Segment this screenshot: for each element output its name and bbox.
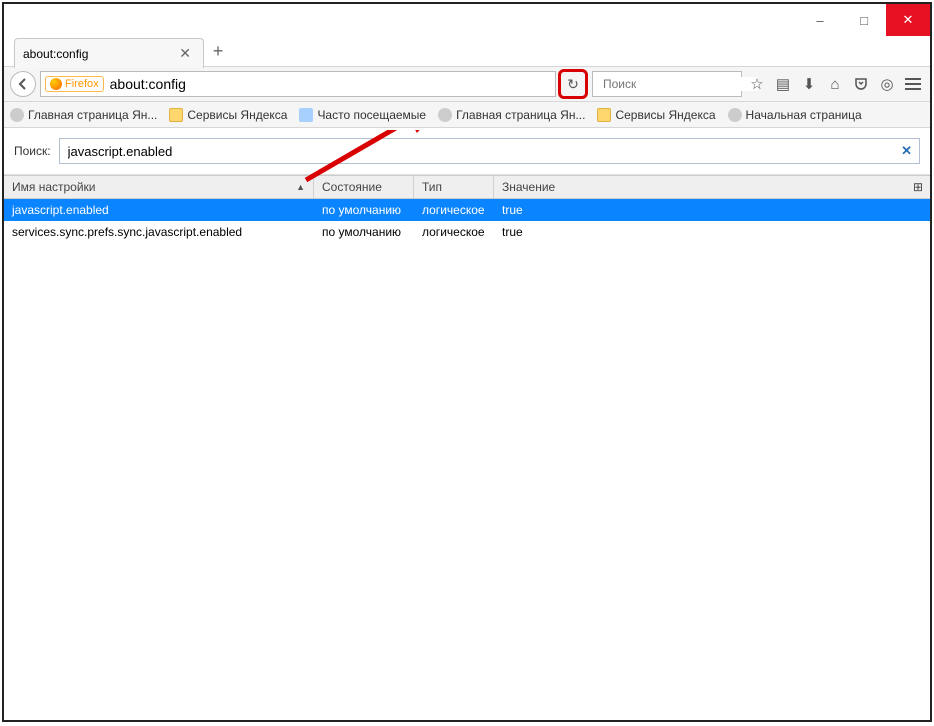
column-picker-icon[interactable]: ⊞ [906,176,930,198]
cell-type: логическое [414,225,494,239]
search-input[interactable] [603,77,758,91]
new-tab-button[interactable]: + [204,36,232,66]
bookmark-item-2[interactable]: Часто посещаемые [299,108,426,122]
home-icon[interactable]: ⌂ [824,73,846,95]
firefox-label: Firefox [65,78,99,90]
bookmark-item-1[interactable]: Сервисы Яндекса [169,108,287,122]
table-row[interactable]: services.sync.prefs.sync.javascript.enab… [4,221,930,243]
bookmark-item-5[interactable]: Начальная страница [728,108,862,122]
filter-row: Поиск: ✕ [4,128,930,175]
search-page-icon [299,108,313,122]
table-row[interactable]: javascript.enabled по умолчанию логическ… [4,199,930,221]
tab-close-icon[interactable]: ✕ [175,43,195,64]
url-input[interactable] [110,76,551,92]
bookmark-label: Сервисы Яндекса [615,108,715,122]
clear-filter-icon[interactable]: ✕ [901,143,912,159]
bookmark-label: Начальная страница [746,108,862,122]
about-config-content: Поиск: ✕ Имя настройки▲ Состояние Тип Зн… [4,128,930,720]
column-header-name[interactable]: Имя настройки▲ [4,176,314,198]
url-bar[interactable]: Firefox [40,71,556,97]
column-header-value[interactable]: Значение [494,176,906,198]
bookmark-star-icon[interactable]: ☆ [746,73,768,95]
filter-label: Поиск: [14,144,51,158]
search-bar[interactable] [592,71,742,97]
column-header-state[interactable]: Состояние [314,176,414,198]
bookmark-item-0[interactable]: Главная страница Ян... [10,108,157,122]
filter-input[interactable] [59,138,920,164]
folder-icon [169,108,183,122]
table-header: Имя настройки▲ Состояние Тип Значение ⊞ [4,175,930,199]
globe-icon [728,108,742,122]
bookmark-label: Часто посещаемые [317,108,426,122]
downloads-icon[interactable]: ⬇ [798,73,820,95]
minimize-button[interactable]: – [798,4,842,36]
tab-about-config[interactable]: about:config ✕ [14,38,204,68]
sort-asc-icon: ▲ [296,182,305,192]
reader-icon[interactable]: ▤ [772,73,794,95]
highlighted-reload-button[interactable]: ↻ [558,69,588,99]
back-button[interactable] [10,71,36,97]
cell-name: javascript.enabled [4,203,314,217]
cell-value: true [494,203,930,217]
cell-state: по умолчанию [314,203,414,217]
tab-title: about:config [23,47,88,61]
maximize-button[interactable]: □ [842,4,886,36]
menu-button[interactable] [902,73,924,95]
column-header-type[interactable]: Тип [414,176,494,198]
addon-icon[interactable]: ◎ [876,73,898,95]
window-controls: – □ ✕ [4,4,930,36]
tab-strip: about:config ✕ + [4,36,930,66]
back-arrow-icon [17,78,29,90]
navigation-toolbar: Firefox ↻ ☆ ▤ ⬇ ⌂ ◎ [4,66,930,102]
pocket-icon[interactable] [850,73,872,95]
cell-type: логическое [414,203,494,217]
globe-icon [10,108,24,122]
bookmark-item-4[interactable]: Сервисы Яндекса [597,108,715,122]
close-button[interactable]: ✕ [886,4,930,36]
firefox-icon [50,78,62,90]
hamburger-icon [905,78,921,90]
globe-icon [438,108,452,122]
firefox-identity-badge: Firefox [45,76,104,92]
bookmark-label: Главная страница Ян... [456,108,585,122]
reload-icon: ↻ [567,76,579,93]
bookmark-item-3[interactable]: Главная страница Ян... [438,108,585,122]
folder-icon [597,108,611,122]
bookmark-label: Сервисы Яндекса [187,108,287,122]
filter-field-wrap: ✕ [59,138,920,164]
bookmarks-toolbar: Главная страница Ян... Сервисы Яндекса Ч… [4,102,930,128]
cell-name: services.sync.prefs.sync.javascript.enab… [4,225,314,239]
cell-state: по умолчанию [314,225,414,239]
bookmark-label: Главная страница Ян... [28,108,157,122]
cell-value: true [494,225,930,239]
